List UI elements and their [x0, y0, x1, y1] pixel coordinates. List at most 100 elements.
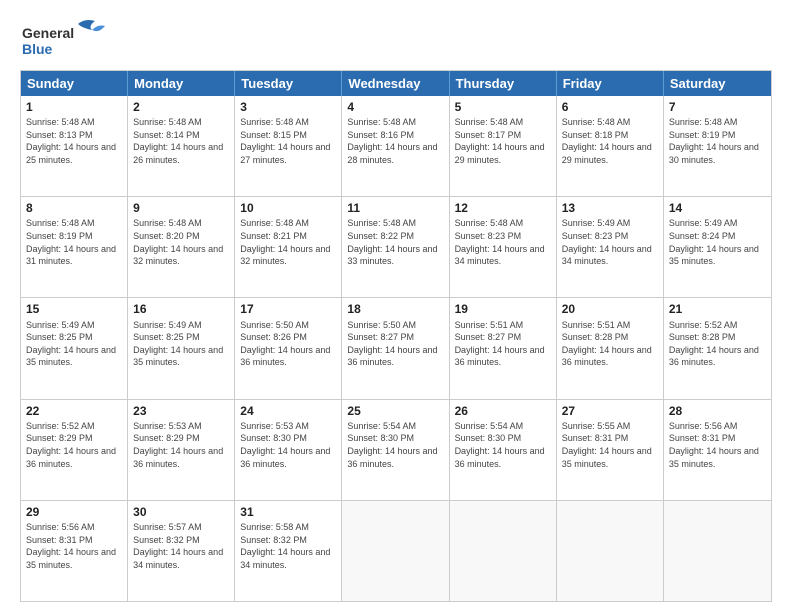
- header: General Blue: [20, 16, 772, 60]
- weekday-header: Wednesday: [342, 71, 449, 96]
- calendar-cell: 4 Sunrise: 5:48 AM Sunset: 8:16 PM Dayli…: [342, 96, 449, 196]
- day-number: 31: [240, 504, 336, 520]
- calendar-cell: 23 Sunrise: 5:53 AM Sunset: 8:29 PM Dayl…: [128, 400, 235, 500]
- weekday-header: Tuesday: [235, 71, 342, 96]
- calendar-cell: 22 Sunrise: 5:52 AM Sunset: 8:29 PM Dayl…: [21, 400, 128, 500]
- cell-content: Sunrise: 5:49 AM Sunset: 8:25 PM Dayligh…: [26, 319, 122, 369]
- day-number: 17: [240, 301, 336, 317]
- cell-content: Sunrise: 5:49 AM Sunset: 8:24 PM Dayligh…: [669, 217, 766, 267]
- cell-content: Sunrise: 5:55 AM Sunset: 8:31 PM Dayligh…: [562, 420, 658, 470]
- calendar-cell: 28 Sunrise: 5:56 AM Sunset: 8:31 PM Dayl…: [664, 400, 771, 500]
- calendar-cell: 1 Sunrise: 5:48 AM Sunset: 8:13 PM Dayli…: [21, 96, 128, 196]
- day-number: 4: [347, 99, 443, 115]
- day-number: 27: [562, 403, 658, 419]
- day-number: 15: [26, 301, 122, 317]
- cell-content: Sunrise: 5:48 AM Sunset: 8:14 PM Dayligh…: [133, 116, 229, 166]
- cell-content: Sunrise: 5:48 AM Sunset: 8:22 PM Dayligh…: [347, 217, 443, 267]
- calendar-cell: 31 Sunrise: 5:58 AM Sunset: 8:32 PM Dayl…: [235, 501, 342, 601]
- cell-content: Sunrise: 5:49 AM Sunset: 8:23 PM Dayligh…: [562, 217, 658, 267]
- calendar-row: 8 Sunrise: 5:48 AM Sunset: 8:19 PM Dayli…: [21, 196, 771, 297]
- cell-content: Sunrise: 5:48 AM Sunset: 8:18 PM Dayligh…: [562, 116, 658, 166]
- calendar-cell: 27 Sunrise: 5:55 AM Sunset: 8:31 PM Dayl…: [557, 400, 664, 500]
- svg-text:General: General: [22, 25, 74, 41]
- calendar-cell: 5 Sunrise: 5:48 AM Sunset: 8:17 PM Dayli…: [450, 96, 557, 196]
- weekday-header: Sunday: [21, 71, 128, 96]
- day-number: 29: [26, 504, 122, 520]
- weekday-header: Friday: [557, 71, 664, 96]
- day-number: 10: [240, 200, 336, 216]
- day-number: 18: [347, 301, 443, 317]
- day-number: 5: [455, 99, 551, 115]
- calendar-cell: 21 Sunrise: 5:52 AM Sunset: 8:28 PM Dayl…: [664, 298, 771, 398]
- calendar-cell: 19 Sunrise: 5:51 AM Sunset: 8:27 PM Dayl…: [450, 298, 557, 398]
- calendar-cell: 25 Sunrise: 5:54 AM Sunset: 8:30 PM Dayl…: [342, 400, 449, 500]
- weekday-header: Thursday: [450, 71, 557, 96]
- calendar-header: SundayMondayTuesdayWednesdayThursdayFrid…: [21, 71, 771, 96]
- calendar-cell: 7 Sunrise: 5:48 AM Sunset: 8:19 PM Dayli…: [664, 96, 771, 196]
- day-number: 12: [455, 200, 551, 216]
- cell-content: Sunrise: 5:52 AM Sunset: 8:29 PM Dayligh…: [26, 420, 122, 470]
- cell-content: Sunrise: 5:48 AM Sunset: 8:23 PM Dayligh…: [455, 217, 551, 267]
- cell-content: Sunrise: 5:53 AM Sunset: 8:30 PM Dayligh…: [240, 420, 336, 470]
- cell-content: Sunrise: 5:56 AM Sunset: 8:31 PM Dayligh…: [669, 420, 766, 470]
- cell-content: Sunrise: 5:52 AM Sunset: 8:28 PM Dayligh…: [669, 319, 766, 369]
- cell-content: Sunrise: 5:54 AM Sunset: 8:30 PM Dayligh…: [455, 420, 551, 470]
- calendar-cell: 24 Sunrise: 5:53 AM Sunset: 8:30 PM Dayl…: [235, 400, 342, 500]
- logo: General Blue: [20, 16, 110, 60]
- cell-content: Sunrise: 5:48 AM Sunset: 8:17 PM Dayligh…: [455, 116, 551, 166]
- day-number: 28: [669, 403, 766, 419]
- day-number: 14: [669, 200, 766, 216]
- day-number: 8: [26, 200, 122, 216]
- cell-content: Sunrise: 5:51 AM Sunset: 8:27 PM Dayligh…: [455, 319, 551, 369]
- calendar: SundayMondayTuesdayWednesdayThursdayFrid…: [20, 70, 772, 602]
- day-number: 16: [133, 301, 229, 317]
- calendar-body: 1 Sunrise: 5:48 AM Sunset: 8:13 PM Dayli…: [21, 96, 771, 601]
- calendar-cell: 17 Sunrise: 5:50 AM Sunset: 8:26 PM Dayl…: [235, 298, 342, 398]
- calendar-cell: 8 Sunrise: 5:48 AM Sunset: 8:19 PM Dayli…: [21, 197, 128, 297]
- cell-content: Sunrise: 5:48 AM Sunset: 8:16 PM Dayligh…: [347, 116, 443, 166]
- calendar-cell: [342, 501, 449, 601]
- calendar-cell: 29 Sunrise: 5:56 AM Sunset: 8:31 PM Dayl…: [21, 501, 128, 601]
- logo-svg: General Blue: [20, 16, 110, 60]
- cell-content: Sunrise: 5:51 AM Sunset: 8:28 PM Dayligh…: [562, 319, 658, 369]
- cell-content: Sunrise: 5:57 AM Sunset: 8:32 PM Dayligh…: [133, 521, 229, 571]
- calendar-cell: 18 Sunrise: 5:50 AM Sunset: 8:27 PM Dayl…: [342, 298, 449, 398]
- day-number: 19: [455, 301, 551, 317]
- day-number: 3: [240, 99, 336, 115]
- calendar-cell: [664, 501, 771, 601]
- svg-text:Blue: Blue: [22, 41, 53, 57]
- day-number: 20: [562, 301, 658, 317]
- calendar-cell: 3 Sunrise: 5:48 AM Sunset: 8:15 PM Dayli…: [235, 96, 342, 196]
- cell-content: Sunrise: 5:50 AM Sunset: 8:27 PM Dayligh…: [347, 319, 443, 369]
- calendar-cell: 2 Sunrise: 5:48 AM Sunset: 8:14 PM Dayli…: [128, 96, 235, 196]
- cell-content: Sunrise: 5:48 AM Sunset: 8:15 PM Dayligh…: [240, 116, 336, 166]
- cell-content: Sunrise: 5:49 AM Sunset: 8:25 PM Dayligh…: [133, 319, 229, 369]
- calendar-cell: 9 Sunrise: 5:48 AM Sunset: 8:20 PM Dayli…: [128, 197, 235, 297]
- calendar-cell: 14 Sunrise: 5:49 AM Sunset: 8:24 PM Dayl…: [664, 197, 771, 297]
- day-number: 2: [133, 99, 229, 115]
- calendar-row: 1 Sunrise: 5:48 AM Sunset: 8:13 PM Dayli…: [21, 96, 771, 196]
- cell-content: Sunrise: 5:48 AM Sunset: 8:13 PM Dayligh…: [26, 116, 122, 166]
- calendar-cell: 16 Sunrise: 5:49 AM Sunset: 8:25 PM Dayl…: [128, 298, 235, 398]
- calendar-cell: [450, 501, 557, 601]
- day-number: 11: [347, 200, 443, 216]
- calendar-cell: 6 Sunrise: 5:48 AM Sunset: 8:18 PM Dayli…: [557, 96, 664, 196]
- day-number: 25: [347, 403, 443, 419]
- day-number: 1: [26, 99, 122, 115]
- cell-content: Sunrise: 5:48 AM Sunset: 8:19 PM Dayligh…: [26, 217, 122, 267]
- calendar-cell: [557, 501, 664, 601]
- calendar-cell: 11 Sunrise: 5:48 AM Sunset: 8:22 PM Dayl…: [342, 197, 449, 297]
- day-number: 6: [562, 99, 658, 115]
- cell-content: Sunrise: 5:58 AM Sunset: 8:32 PM Dayligh…: [240, 521, 336, 571]
- calendar-row: 22 Sunrise: 5:52 AM Sunset: 8:29 PM Dayl…: [21, 399, 771, 500]
- calendar-cell: 13 Sunrise: 5:49 AM Sunset: 8:23 PM Dayl…: [557, 197, 664, 297]
- calendar-row: 29 Sunrise: 5:56 AM Sunset: 8:31 PM Dayl…: [21, 500, 771, 601]
- day-number: 30: [133, 504, 229, 520]
- calendar-cell: 26 Sunrise: 5:54 AM Sunset: 8:30 PM Dayl…: [450, 400, 557, 500]
- day-number: 9: [133, 200, 229, 216]
- cell-content: Sunrise: 5:53 AM Sunset: 8:29 PM Dayligh…: [133, 420, 229, 470]
- day-number: 7: [669, 99, 766, 115]
- cell-content: Sunrise: 5:56 AM Sunset: 8:31 PM Dayligh…: [26, 521, 122, 571]
- cell-content: Sunrise: 5:50 AM Sunset: 8:26 PM Dayligh…: [240, 319, 336, 369]
- cell-content: Sunrise: 5:54 AM Sunset: 8:30 PM Dayligh…: [347, 420, 443, 470]
